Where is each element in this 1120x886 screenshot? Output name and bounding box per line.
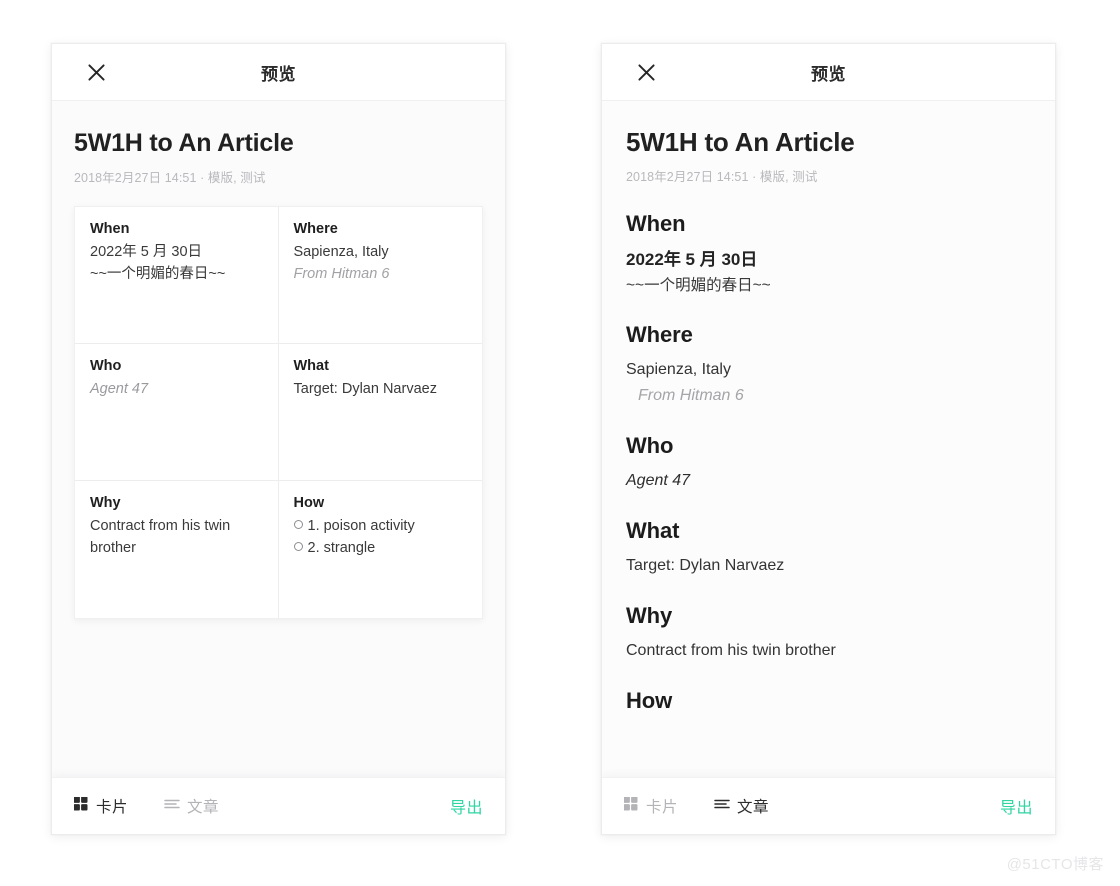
card-line: Sapienza, Italy bbox=[293, 243, 389, 260]
card-how[interactable]: How 1. poison activity 2. strangle bbox=[279, 481, 483, 618]
section-quote-line: From Hitman 6 bbox=[638, 387, 744, 405]
article-section-why: Why Contract from his twin brother bbox=[626, 603, 1031, 664]
card-who[interactable]: Who Agent 47 bbox=[75, 343, 279, 481]
close-icon[interactable] bbox=[84, 60, 108, 84]
article-topbar: 预览 bbox=[602, 44, 1055, 101]
document-header: 5W1H to An Article 2018年2月27日 14:51 · 模版… bbox=[52, 101, 505, 192]
cards-preview-panel: 预览 5W1H to An Article 2018年2月27日 14:51 ·… bbox=[51, 43, 506, 835]
list-item-label: 2. strangle bbox=[307, 539, 376, 556]
article-content: When 2022年 5 月 30日 ~~一个明媚的春日~~ Where Sap… bbox=[602, 189, 1055, 714]
mode-button-cards[interactable]: 卡片 bbox=[73, 795, 129, 817]
card-quote-line: From Hitman 6 bbox=[293, 265, 390, 282]
card-what[interactable]: What Target: Dylan Narvaez bbox=[278, 344, 482, 481]
mode-button-cards-label: 卡片 bbox=[96, 799, 129, 816]
section-heading: How bbox=[626, 687, 673, 713]
mode-button-article[interactable]: 文章 bbox=[164, 795, 219, 817]
card-heading: Where bbox=[293, 220, 338, 237]
lines-icon bbox=[164, 797, 180, 815]
watermark: @51CTO博客 bbox=[1006, 856, 1104, 873]
card-heading: What bbox=[293, 357, 329, 374]
mode-button-article[interactable]: 文章 bbox=[714, 795, 769, 817]
card-line: Target: Dylan Narvaez bbox=[293, 380, 437, 397]
document-meta: 2018年2月27日 14:51 · 模版, 测试 bbox=[74, 170, 266, 185]
lines-icon bbox=[714, 797, 730, 815]
section-line: Sapienza, Italy bbox=[626, 361, 731, 379]
card-why[interactable]: Why Contract from his twin brother bbox=[75, 480, 279, 618]
list-item-label: 1. poison activity bbox=[307, 517, 415, 534]
export-button[interactable]: 导出 bbox=[450, 794, 483, 818]
card-line: Contract from his twin brother bbox=[90, 517, 231, 556]
close-icon[interactable] bbox=[634, 60, 658, 84]
section-line: Target: Dylan Narvaez bbox=[626, 557, 785, 575]
card-grid: When 2022年 5 月 30日 ~~一个明媚的春日~~ Where Sap… bbox=[74, 205, 483, 619]
card-line: ~~一个明媚的春日~~ bbox=[90, 265, 226, 282]
card-line: Agent 47 bbox=[90, 380, 149, 397]
card-heading: Who bbox=[90, 357, 122, 374]
card-where[interactable]: Where Sapienza, Italy From Hitman 6 bbox=[278, 207, 482, 344]
article-section-when: When 2022年 5 月 30日 ~~一个明媚的春日~~ bbox=[626, 211, 1031, 299]
section-line: Contract from his twin brother bbox=[626, 641, 836, 659]
card-when[interactable]: When 2022年 5 月 30日 ~~一个明媚的春日~~ bbox=[75, 206, 279, 344]
circle-bullet-icon bbox=[293, 519, 303, 529]
document-title: 5W1H to An Article bbox=[626, 127, 855, 157]
document-header: 5W1H to An Article 2018年2月27日 14:51 · 模版… bbox=[602, 101, 1055, 189]
card-heading: How bbox=[293, 494, 325, 511]
section-line: 2022年 5 月 30日 bbox=[626, 249, 758, 269]
article-scroll-area[interactable]: 5W1H to An Article 2018年2月27日 14:51 · 模版… bbox=[602, 101, 1055, 777]
cards-topbar: 预览 bbox=[52, 44, 505, 101]
grid-icon bbox=[73, 796, 89, 816]
list-item: 1. poison activity bbox=[293, 515, 468, 537]
page-title: 预览 bbox=[811, 64, 846, 84]
grid-icon bbox=[623, 796, 639, 816]
circle-bullet-icon bbox=[293, 541, 303, 551]
page-title: 预览 bbox=[261, 64, 296, 84]
section-heading: Who bbox=[626, 433, 674, 459]
article-section-how: How bbox=[626, 688, 1031, 714]
section-heading: Where bbox=[626, 322, 693, 348]
article-bottombar: 卡片 文章 导出 bbox=[602, 777, 1055, 834]
section-line: ~~一个明媚的春日~~ bbox=[626, 277, 771, 295]
export-button[interactable]: 导出 bbox=[1000, 794, 1033, 818]
document-meta: 2018年2月27日 14:51 · 模版, 测试 bbox=[626, 169, 818, 184]
mode-button-cards-label: 卡片 bbox=[646, 799, 679, 816]
document-title: 5W1H to An Article bbox=[74, 129, 294, 157]
section-line: Agent 47 bbox=[626, 472, 691, 490]
section-heading: Why bbox=[626, 602, 673, 628]
card-heading: Why bbox=[90, 494, 121, 511]
cards-bottombar: 卡片 文章 导出 bbox=[52, 777, 505, 834]
card-line: 2022年 5 月 30日 bbox=[90, 243, 203, 260]
section-heading: When bbox=[626, 210, 686, 236]
article-section-where: Where Sapienza, Italy From Hitman 6 bbox=[626, 322, 1031, 409]
mode-button-article-label: 文章 bbox=[187, 799, 220, 816]
article-section-who: Who Agent 47 bbox=[626, 433, 1031, 494]
card-heading: When bbox=[90, 220, 130, 237]
section-heading: What bbox=[626, 518, 680, 544]
mode-button-cards[interactable]: 卡片 bbox=[623, 795, 679, 817]
article-preview-panel: 预览 5W1H to An Article 2018年2月27日 14:51 ·… bbox=[601, 43, 1056, 835]
cards-scroll-area[interactable]: 5W1H to An Article 2018年2月27日 14:51 · 模版… bbox=[52, 101, 505, 777]
article-section-what: What Target: Dylan Narvaez bbox=[626, 518, 1031, 579]
list-item: 2. strangle bbox=[293, 537, 468, 559]
mode-button-article-label: 文章 bbox=[737, 799, 770, 816]
